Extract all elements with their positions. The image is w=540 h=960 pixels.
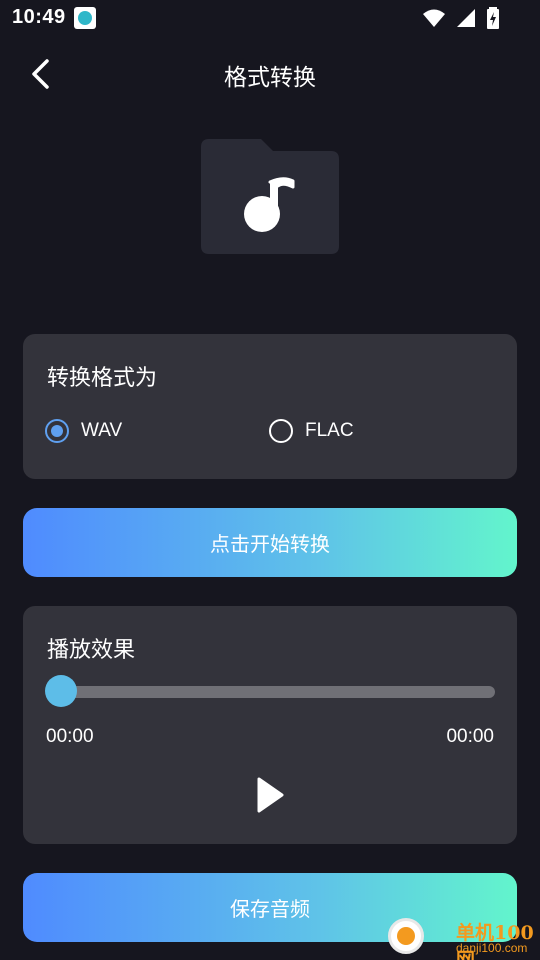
radio-checked-icon (45, 419, 69, 443)
app-header: 格式转换 (0, 48, 540, 100)
play-icon (257, 777, 284, 813)
signal-icon (456, 9, 475, 27)
watermark: 单机100网 danji100.com (388, 914, 538, 960)
radio-unchecked-icon (269, 419, 293, 443)
format-card-title: 转换格式为 (47, 366, 158, 391)
music-folder-icon (201, 139, 339, 254)
radio-flac-label: FLAC (305, 420, 354, 441)
radio-wav-label: WAV (81, 420, 123, 441)
format-card: 转换格式为 WAV FLAC (23, 334, 517, 479)
wifi-icon (422, 9, 445, 27)
status-time: 10:49 (12, 6, 66, 28)
battery-charging-icon (487, 7, 499, 29)
progress-slider-track[interactable] (61, 686, 495, 698)
status-bar: 10:49 (0, 0, 540, 36)
watermark-logo-icon (388, 918, 424, 954)
status-icons (418, 7, 500, 29)
app-notification-icon (74, 7, 96, 29)
play-button[interactable] (247, 772, 293, 818)
progress-slider-thumb[interactable] (45, 675, 77, 707)
watermark-sub: danji100.com (456, 941, 528, 955)
start-convert-button[interactable]: 点击开始转换 (23, 508, 517, 577)
current-time: 00:00 (46, 726, 94, 747)
playback-card-title: 播放效果 (47, 638, 136, 663)
radio-flac[interactable]: FLAC (269, 416, 354, 446)
total-time: 00:00 (446, 726, 494, 747)
page-title: 格式转换 (224, 65, 316, 91)
radio-wav[interactable]: WAV (45, 416, 122, 446)
playback-card: 播放效果 00:00 00:00 (23, 606, 517, 844)
